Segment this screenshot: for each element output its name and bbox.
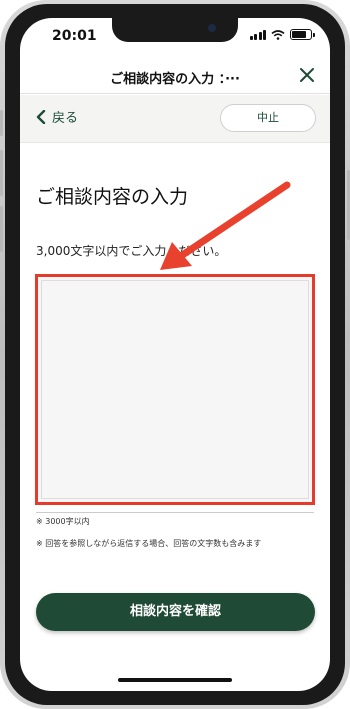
phone-side-button <box>0 206 3 252</box>
home-indicator <box>118 678 232 682</box>
navigation-bar: 戻る 中止 <box>20 95 330 143</box>
chevron-left-icon <box>36 109 46 124</box>
notch <box>112 18 238 42</box>
close-icon[interactable] <box>298 66 316 84</box>
battery-icon <box>290 29 315 40</box>
confirm-button[interactable]: 相談内容を確認 <box>36 593 315 631</box>
back-button-label: 戻る <box>52 111 79 126</box>
stop-button[interactable]: 中止 <box>220 104 316 132</box>
back-button[interactable]: 戻る <box>36 107 78 126</box>
reply-count-note: ※ 回答を参照しながら返信する場合、回答の文字数も含みます <box>36 539 262 548</box>
camera-icon <box>208 24 216 32</box>
signal-icon <box>249 29 266 40</box>
page-window-title: ご相談内容の入力 ：··· <box>110 72 240 87</box>
char-limit-note: ※ 3000字以内 <box>36 517 90 526</box>
status-time: 20:01 <box>52 28 97 44</box>
status-icons <box>249 29 315 40</box>
phone-side-button <box>0 150 3 196</box>
phone-side-button <box>0 110 3 136</box>
textarea-underline <box>36 512 314 513</box>
app-screen: 20:01 ご相談内容の入力 ：··· 戻る 中止 ご相談内容の入力 3,000… <box>20 18 330 691</box>
input-instruction: 3,000文字以内でご入力ください。 <box>36 244 227 258</box>
browser-titlebar: ご相談内容の入力 ：··· <box>20 60 330 94</box>
consultation-textarea[interactable] <box>41 280 309 499</box>
wifi-icon <box>271 29 285 40</box>
page-title: ご相談内容の入力 <box>36 186 189 208</box>
textarea-highlight-box <box>35 274 315 505</box>
